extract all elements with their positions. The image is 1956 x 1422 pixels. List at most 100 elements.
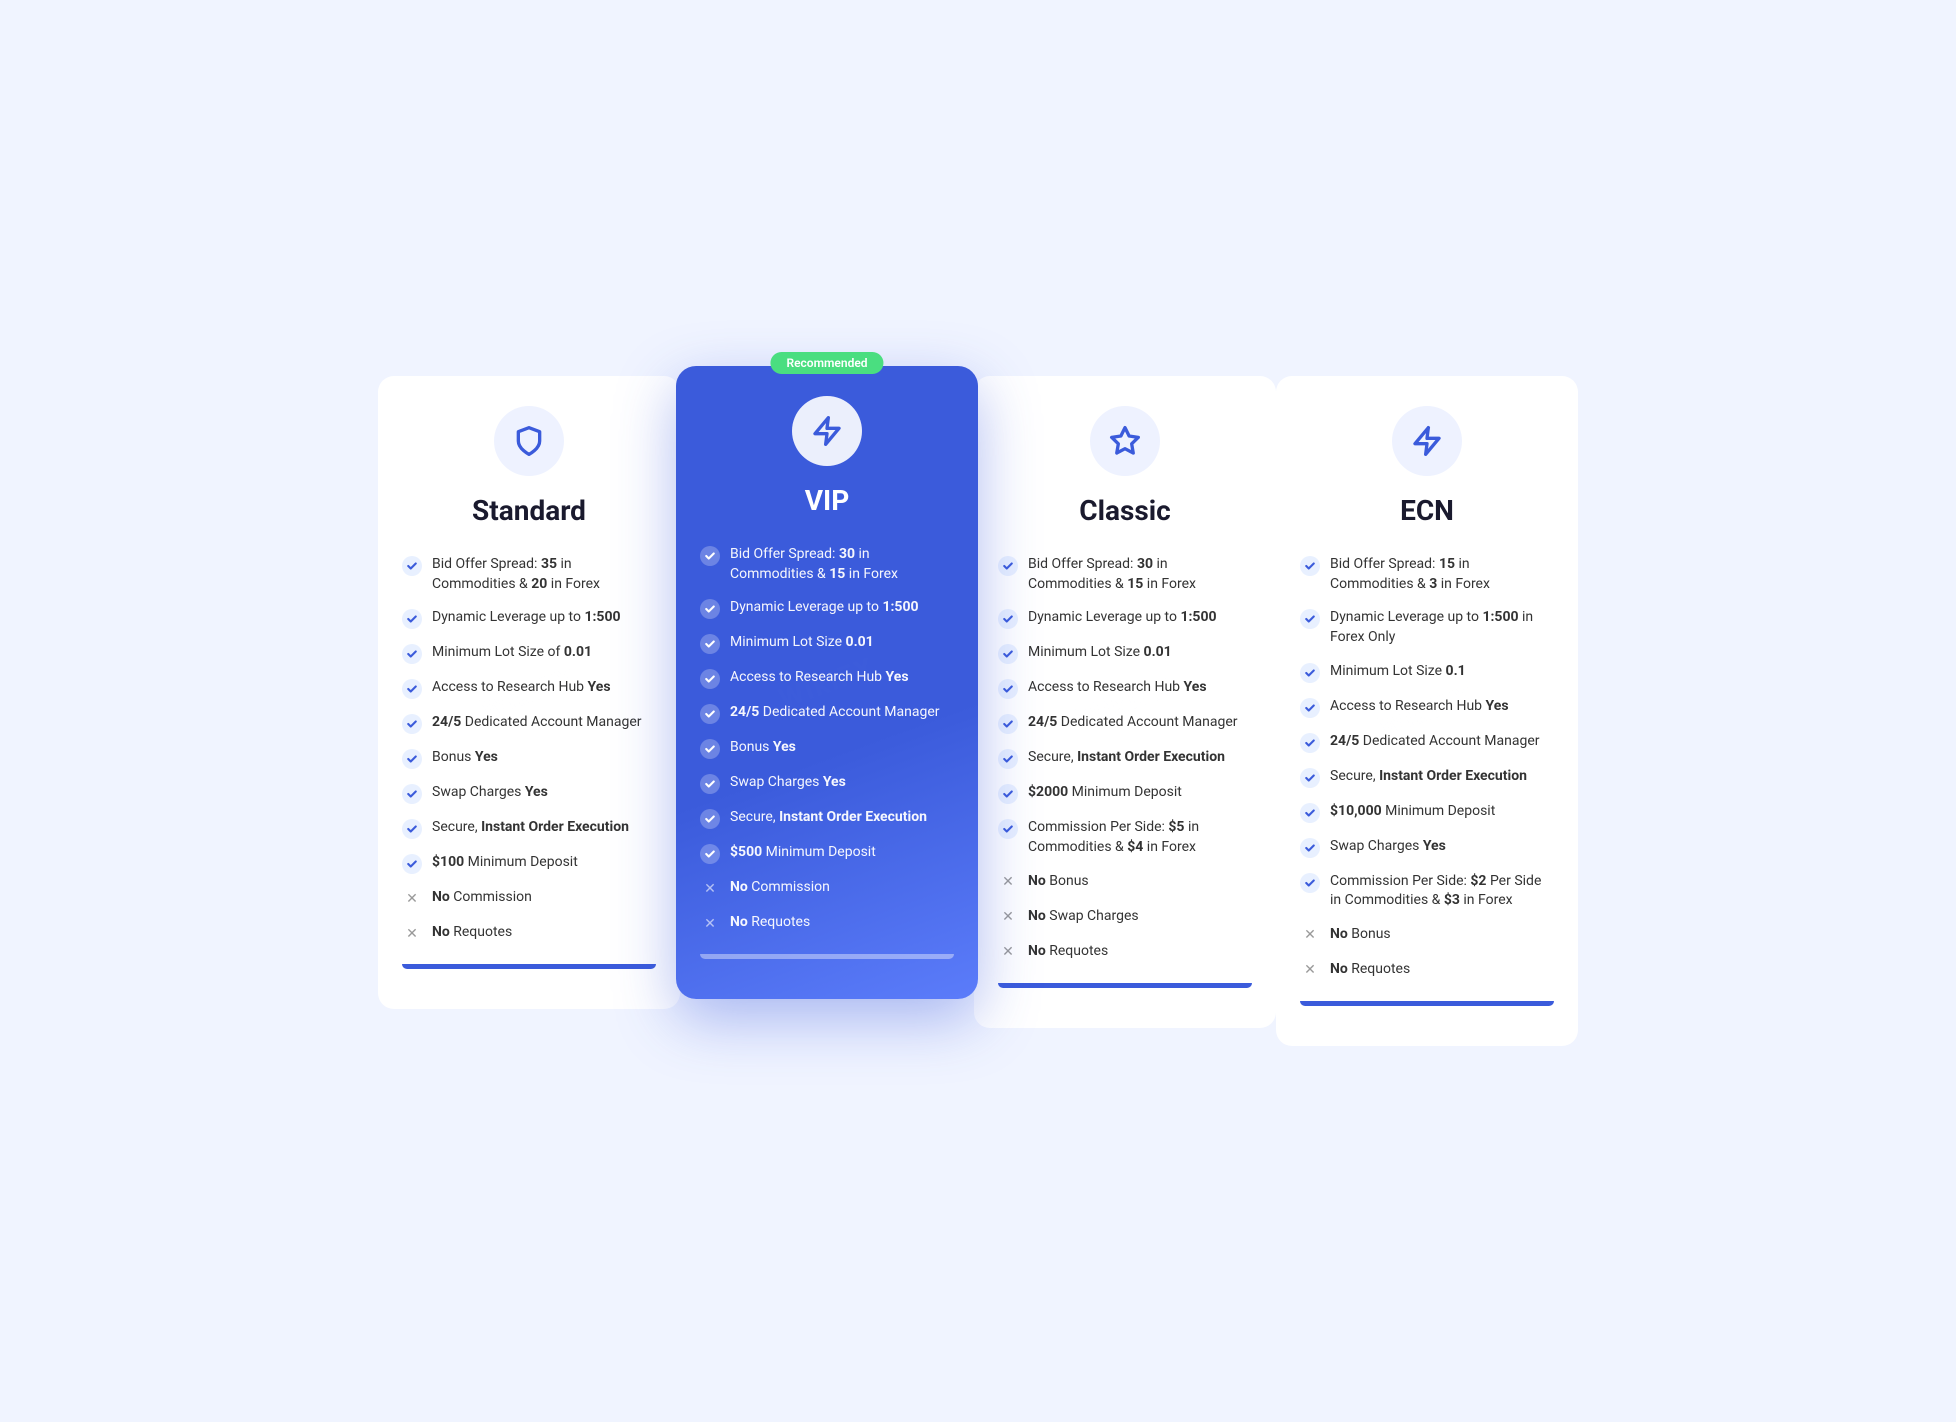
check-icon xyxy=(998,714,1018,734)
cross-icon: ✕ xyxy=(402,889,422,909)
feature-item: $2000 Minimum Deposit xyxy=(998,783,1252,804)
cross-icon: ✕ xyxy=(700,914,720,934)
feature-item: Bid Offer Spread: 35 in Commodities & 20… xyxy=(402,555,656,594)
feature-item: Bonus Yes xyxy=(402,748,656,769)
feature-item: Minimum Lot Size of 0.01 xyxy=(402,643,656,664)
check-icon xyxy=(1300,609,1320,629)
feature-item: Bid Offer Spread: 30 in Commodities & 15… xyxy=(998,555,1252,594)
check-icon xyxy=(1300,768,1320,788)
plan-title-ecn: ECN xyxy=(1300,494,1554,527)
feature-text: Secure, Instant Order Execution xyxy=(1028,748,1225,768)
feature-item: ✕ No Requotes xyxy=(998,942,1252,963)
feature-item: $10,000 Minimum Deposit xyxy=(1300,802,1554,823)
feature-item: Secure, Instant Order Execution xyxy=(402,818,656,839)
plan-icon-standard xyxy=(494,406,564,476)
feature-text: Access to Research Hub Yes xyxy=(1028,678,1207,698)
recommended-badge: Recommended xyxy=(770,352,883,374)
feature-text: Minimum Lot Size of 0.01 xyxy=(432,643,592,663)
feature-item: 24/5 Dedicated Account Manager xyxy=(998,713,1252,734)
feature-text: 24/5 Dedicated Account Manager xyxy=(432,713,642,733)
feature-item: $100 Minimum Deposit xyxy=(402,853,656,874)
check-icon xyxy=(700,704,720,724)
feature-item: $500 Minimum Deposit xyxy=(700,843,954,864)
feature-item: 24/5 Dedicated Account Manager xyxy=(700,703,954,724)
feature-text: Dynamic Leverage up to 1:500 xyxy=(1028,608,1217,628)
plan-card-ecn: WikiFX ECN Bid Offer Spread: 15 in Commo… xyxy=(1276,376,1578,1046)
cross-icon: ✕ xyxy=(998,908,1018,928)
feature-text: No Bonus xyxy=(1330,925,1391,945)
feature-text: 24/5 Dedicated Account Manager xyxy=(730,703,940,723)
feature-text: No Commission xyxy=(730,878,830,898)
feature-item: ✕ No Bonus xyxy=(1300,925,1554,946)
feature-text: Swap Charges Yes xyxy=(432,783,548,803)
check-icon xyxy=(1300,873,1320,893)
feature-text: $2000 Minimum Deposit xyxy=(1028,783,1182,803)
check-icon xyxy=(1300,803,1320,823)
check-icon xyxy=(998,609,1018,629)
check-icon xyxy=(1300,663,1320,683)
feature-text: Access to Research Hub Yes xyxy=(730,668,909,688)
feature-text: Commission Per Side: $5 in Commodities &… xyxy=(1028,818,1252,857)
feature-text: Bid Offer Spread: 30 in Commodities & 15… xyxy=(1028,555,1252,594)
feature-item: ✕ No Commission xyxy=(402,888,656,909)
feature-text: Dynamic Leverage up to 1:500 in Forex On… xyxy=(1330,608,1554,647)
features-list-vip: Bid Offer Spread: 30 in Commodities & 15… xyxy=(700,545,954,934)
feature-item: Commission Per Side: $5 in Commodities &… xyxy=(998,818,1252,857)
feature-item: Dynamic Leverage up to 1:500 xyxy=(700,598,954,619)
feature-text: Access to Research Hub Yes xyxy=(432,678,611,698)
feature-item: Commission Per Side: $2 Per Side in Comm… xyxy=(1300,872,1554,911)
feature-text: Dynamic Leverage up to 1:500 xyxy=(432,608,621,628)
cross-icon: ✕ xyxy=(1300,926,1320,946)
feature-text: Dynamic Leverage up to 1:500 xyxy=(730,598,919,618)
plan-title-vip: VIP xyxy=(700,484,954,517)
pricing-container: WikiFX Standard Bid Offer Spread: 35 in … xyxy=(378,376,1578,1046)
feature-item: Secure, Instant Order Execution xyxy=(998,748,1252,769)
check-icon xyxy=(998,819,1018,839)
feature-item: Bid Offer Spread: 15 in Commodities & 3 … xyxy=(1300,555,1554,594)
plan-title-classic: Classic xyxy=(998,494,1252,527)
feature-item: Access to Research Hub Yes xyxy=(1300,697,1554,718)
check-icon xyxy=(1300,733,1320,753)
feature-text: No Requotes xyxy=(432,923,512,943)
check-icon xyxy=(402,854,422,874)
feature-item: ✕ No Bonus xyxy=(998,872,1252,893)
plan-icon-classic xyxy=(1090,406,1160,476)
plan-icon-ecn xyxy=(1392,406,1462,476)
check-icon xyxy=(998,644,1018,664)
check-icon xyxy=(1300,556,1320,576)
check-icon xyxy=(998,784,1018,804)
feature-text: No Commission xyxy=(432,888,532,908)
feature-item: Access to Research Hub Yes xyxy=(998,678,1252,699)
feature-item: 24/5 Dedicated Account Manager xyxy=(1300,732,1554,753)
feature-item: ✕ No Commission xyxy=(700,878,954,899)
check-icon xyxy=(700,774,720,794)
cross-icon: ✕ xyxy=(402,924,422,944)
feature-item: Access to Research Hub Yes xyxy=(402,678,656,699)
feature-text: Bid Offer Spread: 15 in Commodities & 3 … xyxy=(1330,555,1554,594)
cross-icon: ✕ xyxy=(700,879,720,899)
feature-text: Bid Offer Spread: 35 in Commodities & 20… xyxy=(432,555,656,594)
feature-text: $500 Minimum Deposit xyxy=(730,843,876,863)
cross-icon: ✕ xyxy=(998,873,1018,893)
cross-icon: ✕ xyxy=(998,943,1018,963)
feature-item: Bid Offer Spread: 30 in Commodities & 15… xyxy=(700,545,954,584)
check-icon xyxy=(700,809,720,829)
bottom-bar xyxy=(700,954,954,959)
plan-title-standard: Standard xyxy=(402,494,656,527)
features-list-standard: Bid Offer Spread: 35 in Commodities & 20… xyxy=(402,555,656,944)
feature-text: $100 Minimum Deposit xyxy=(432,853,578,873)
feature-item: Dynamic Leverage up to 1:500 in Forex On… xyxy=(1300,608,1554,647)
feature-text: 24/5 Dedicated Account Manager xyxy=(1028,713,1238,733)
feature-text: Bonus Yes xyxy=(730,738,796,758)
feature-item: Swap Charges Yes xyxy=(700,773,954,794)
feature-text: No Bonus xyxy=(1028,872,1089,892)
feature-item: Minimum Lot Size 0.01 xyxy=(998,643,1252,664)
check-icon xyxy=(998,679,1018,699)
feature-item: Secure, Instant Order Execution xyxy=(700,808,954,829)
feature-text: Access to Research Hub Yes xyxy=(1330,697,1509,717)
feature-item: Swap Charges Yes xyxy=(1300,837,1554,858)
check-icon xyxy=(402,714,422,734)
check-icon xyxy=(402,609,422,629)
feature-text: Secure, Instant Order Execution xyxy=(1330,767,1527,787)
feature-item: Access to Research Hub Yes xyxy=(700,668,954,689)
